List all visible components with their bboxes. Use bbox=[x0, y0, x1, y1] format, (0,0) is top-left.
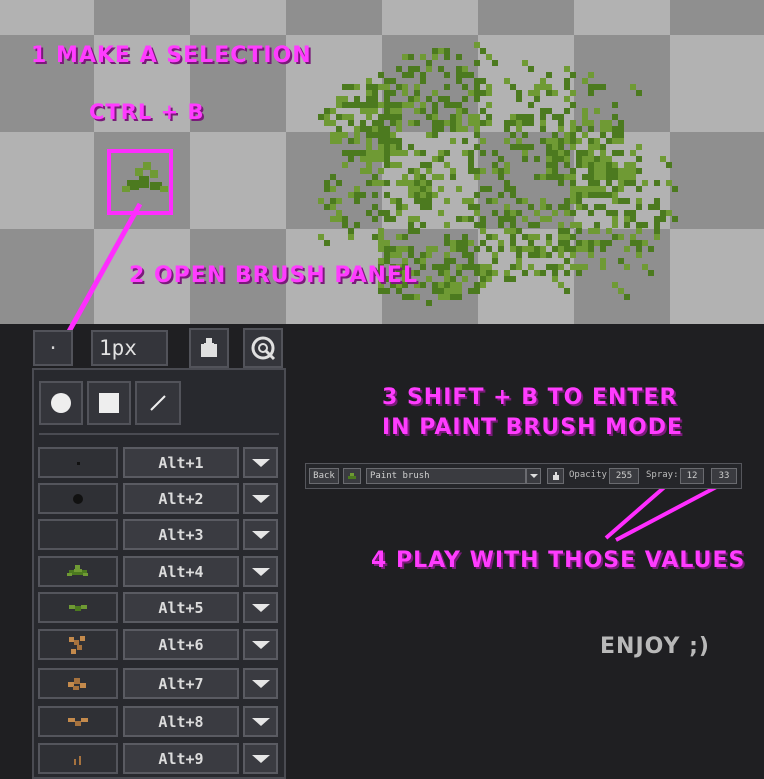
chevron-down-icon bbox=[251, 603, 270, 612]
spray-target-button[interactable] bbox=[243, 328, 283, 368]
brush-preview-button[interactable] bbox=[343, 468, 361, 484]
chevron-down-icon bbox=[529, 474, 538, 478]
step3-label-line2: IN PAINT BRUSH MODE bbox=[382, 415, 684, 440]
back-label: Back bbox=[313, 471, 335, 481]
brush-shortcut-4[interactable]: Alt+4 bbox=[123, 556, 239, 587]
brush-preset-8[interactable] bbox=[38, 706, 118, 737]
brush-preset-1[interactable] bbox=[38, 447, 118, 478]
chevron-down-icon bbox=[251, 567, 270, 576]
opacity-input[interactable]: 255 bbox=[609, 468, 639, 484]
big-dot-icon bbox=[72, 493, 84, 505]
bottle-small-button[interactable] bbox=[547, 468, 564, 484]
brush-mode-value: Paint brush bbox=[370, 471, 430, 481]
brush-row-dropdown-8[interactable] bbox=[243, 706, 278, 737]
brush-shortcut-2[interactable]: Alt+2 bbox=[123, 483, 239, 514]
green-leaf-icon bbox=[66, 564, 90, 580]
circle-shape-button[interactable] bbox=[39, 381, 83, 425]
opacity-value: 255 bbox=[615, 471, 633, 481]
chevron-down-icon bbox=[251, 640, 270, 649]
chevron-down-icon bbox=[251, 458, 270, 467]
brush-row-dropdown-1[interactable] bbox=[243, 447, 278, 478]
chevron-down-icon bbox=[251, 717, 270, 726]
line-icon bbox=[150, 395, 166, 411]
brush-preset-7[interactable] bbox=[38, 668, 118, 699]
brush-shortcut-8[interactable]: Alt+8 bbox=[123, 706, 239, 737]
step4-label: 4 PLAY WITH THOSE VALUES bbox=[371, 548, 746, 573]
brush-size-field[interactable]: 1px bbox=[91, 330, 168, 366]
empty-icon bbox=[73, 530, 83, 540]
brush-row-dropdown-4[interactable] bbox=[243, 556, 278, 587]
leaf-icon bbox=[348, 473, 356, 479]
chevron-down-icon bbox=[251, 679, 270, 688]
brush-row-dropdown-3[interactable] bbox=[243, 519, 278, 550]
brush-shortcut-9[interactable]: Alt+9 bbox=[123, 743, 239, 774]
brown-wings-icon bbox=[65, 715, 91, 729]
chevron-down-icon bbox=[251, 494, 270, 503]
brush-size-value: 1px bbox=[99, 336, 137, 360]
spray-input-2[interactable]: 33 bbox=[711, 468, 737, 484]
brush-preset-4[interactable] bbox=[38, 556, 118, 587]
brush-dot-button[interactable]: · bbox=[33, 330, 73, 366]
brush-preset-6[interactable] bbox=[38, 629, 118, 660]
brush-row-dropdown-2[interactable] bbox=[243, 483, 278, 514]
paint-brush-toolbar: Back Paint brush Opacity: 255 Spray: 12 … bbox=[305, 463, 742, 489]
brush-preset-9[interactable] bbox=[38, 743, 118, 774]
ctrl-b-label: CTRL + B bbox=[89, 100, 205, 124]
enjoy-label: ENJOY ;) bbox=[600, 634, 710, 659]
brush-row-dropdown-5[interactable] bbox=[243, 592, 278, 623]
bottle-icon bbox=[552, 472, 559, 480]
brown-leaf-cluster-icon bbox=[65, 674, 91, 694]
opacity-label: Opacity: bbox=[569, 470, 613, 480]
step3-label-line1: 3 SHIFT + B TO ENTER bbox=[382, 385, 678, 410]
grass-icon bbox=[70, 751, 86, 767]
square-shape-button[interactable] bbox=[87, 381, 131, 425]
brush-shortcut-6[interactable]: Alt+6 bbox=[123, 629, 239, 660]
brush-shortcut-3[interactable]: Alt+3 bbox=[123, 519, 239, 550]
canvas-area[interactable]: 1 MAKE A SELECTION CTRL + B 2 OPEN BRUSH… bbox=[0, 0, 764, 324]
brush-row-dropdown-9[interactable] bbox=[243, 743, 278, 774]
brush-row-dropdown-7[interactable] bbox=[243, 668, 278, 699]
brush-shortcut-7[interactable]: Alt+7 bbox=[123, 668, 239, 699]
brush-preset-2[interactable] bbox=[38, 483, 118, 514]
panel-divider bbox=[39, 433, 279, 435]
spray-value-2: 33 bbox=[718, 471, 730, 481]
bottle-button[interactable] bbox=[189, 328, 229, 368]
small-leaf-icon bbox=[67, 602, 89, 614]
back-button[interactable]: Back bbox=[309, 468, 339, 484]
square-icon bbox=[99, 393, 119, 413]
selection-box bbox=[107, 149, 173, 215]
spray-label: Spray: bbox=[646, 470, 679, 480]
circle-icon bbox=[51, 393, 71, 413]
brush-preset-5[interactable] bbox=[38, 592, 118, 623]
line-shape-button[interactable] bbox=[135, 381, 181, 425]
brush-mode-dropdown[interactable] bbox=[526, 468, 541, 484]
brush-mode-select[interactable]: Paint brush bbox=[366, 468, 526, 484]
spray-value: 12 bbox=[686, 471, 698, 481]
brown-leaves-icon bbox=[65, 632, 91, 658]
brush-row-dropdown-6[interactable] bbox=[243, 629, 278, 660]
spray-input[interactable]: 12 bbox=[680, 468, 704, 484]
brush-shortcut-5[interactable]: Alt+5 bbox=[123, 592, 239, 623]
brush-preset-3[interactable] bbox=[38, 519, 118, 550]
dot-label: · bbox=[47, 337, 59, 359]
step1-label: 1 MAKE A SELECTION bbox=[31, 43, 312, 68]
bottle-icon bbox=[201, 338, 217, 357]
chevron-down-icon bbox=[251, 530, 270, 539]
step2-label: 2 OPEN BRUSH PANEL bbox=[129, 263, 418, 288]
chevron-down-icon bbox=[251, 754, 270, 763]
small-dot-icon bbox=[73, 458, 83, 468]
spray-target-icon bbox=[251, 336, 276, 361]
brush-shortcut-1[interactable]: Alt+1 bbox=[123, 447, 239, 478]
